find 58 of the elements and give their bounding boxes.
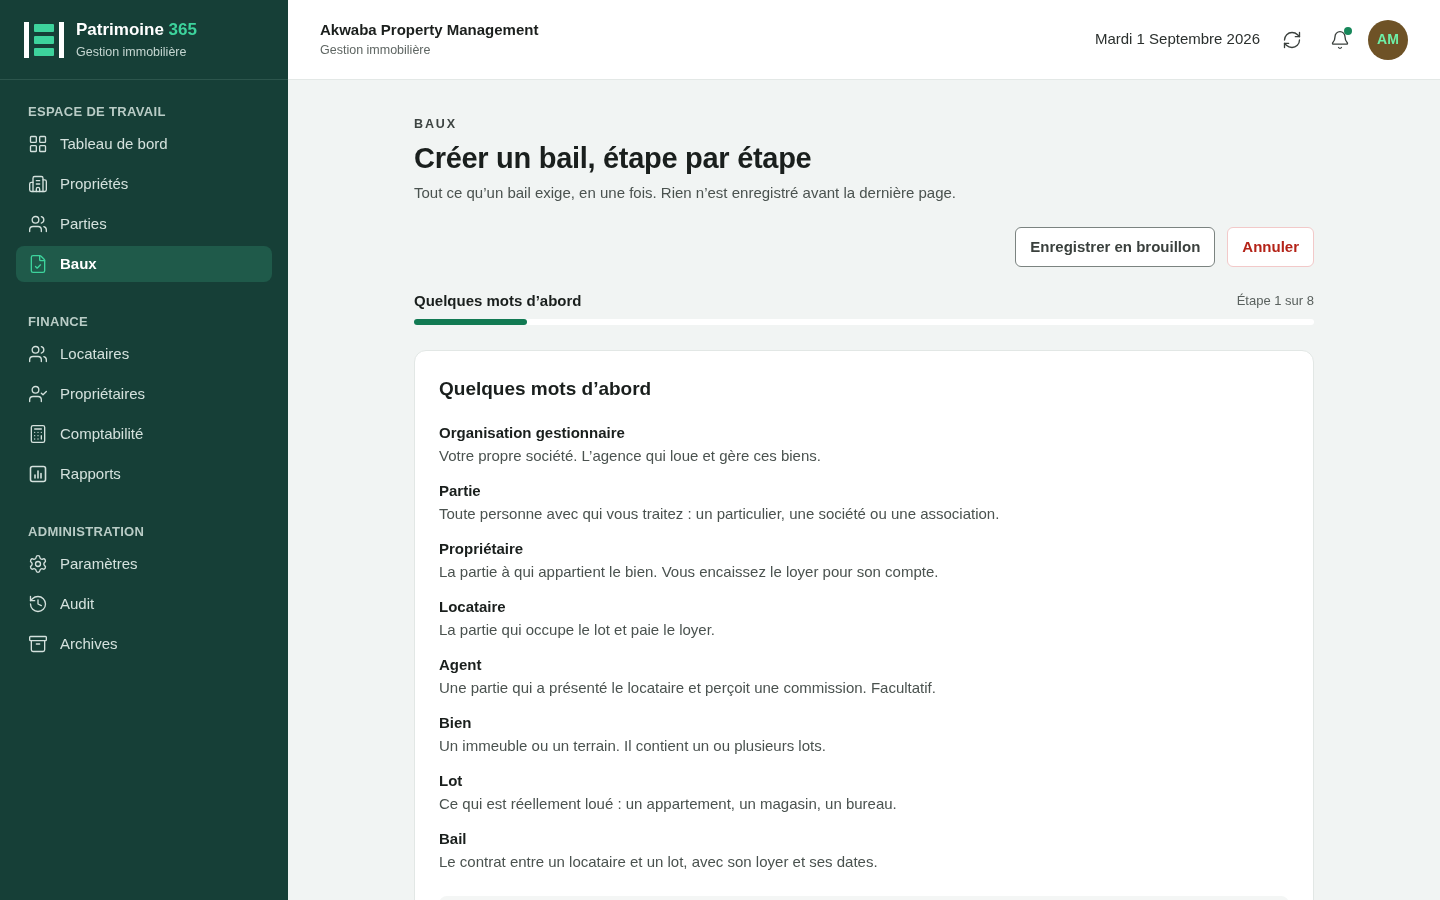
save-draft-button[interactable]: Enregistrer en brouillon <box>1015 227 1216 267</box>
term-definition: Le contrat entre un locataire et un lot, avec son loyer et ses dates. <box>439 852 879 872</box>
term-definition: Toute personne avec qui vous traitez : un particulier, une société ou une association. <box>439 504 1001 524</box>
section-label: ADMINISTRATION <box>27 524 146 540</box>
term-definition: Ce qui est réellement loué : un appartement, un magasin, un bureau. <box>439 794 898 814</box>
page-title: Créer un bail, étape par étape <box>414 141 813 176</box>
organization-name: Akwaba Property Management <box>320 19 539 40</box>
logo-icon <box>24 21 64 58</box>
nav-item[interactable]: Propriétaires <box>16 376 272 412</box>
nav-item[interactable]: Propriétés <box>16 166 272 202</box>
term-label: Agent <box>439 655 483 675</box>
organization-tagline: Gestion immobilière <box>320 41 432 59</box>
people-icon <box>28 344 48 364</box>
term-definition: Un immeuble ou un terrain. Il contient un ou plusieurs lots. <box>439 736 827 756</box>
section-label: ESPACE DE TRAVAIL <box>27 104 167 120</box>
page-subtitle: Tout ce qu’un bail exige, en une fois. Rien n’est enregistré avant la dernière page. <box>414 183 957 203</box>
term-definition: La partie qui occupe le lot et paie le loyer. <box>439 620 716 640</box>
nav-item[interactable]: Baux <box>16 246 272 282</box>
card-title: Quelques mots d’abord <box>439 377 653 401</box>
term-label: Partie <box>439 481 482 501</box>
nav-item[interactable]: Paramètres <box>16 546 272 582</box>
nav-item[interactable]: Parties <box>16 206 272 242</box>
bar-chart-icon <box>28 464 48 484</box>
term-label: Locataire <box>439 597 507 617</box>
term-label: Lot <box>439 771 464 791</box>
settings-icon <box>28 554 48 574</box>
archive-icon <box>28 634 48 654</box>
term-definition: Une partie qui a présenté le locataire et perçoit une commission. Facultatif. <box>439 678 937 698</box>
user-check-icon <box>28 384 48 404</box>
page-eyebrow: BAUX <box>414 116 458 132</box>
bell-icon <box>1330 29 1350 50</box>
user-avatar[interactable]: AM <box>1368 19 1408 60</box>
history-icon <box>28 594 48 614</box>
nav-item[interactable]: Audit <box>16 586 272 622</box>
term-definition: La partie à qui appartient le bien. Vous encaissez le loyer pour son compte. <box>439 562 940 582</box>
people-icon <box>28 214 48 234</box>
cancel-button[interactable]: Annuler <box>1227 227 1314 267</box>
term-label: Bien <box>439 713 473 733</box>
current-date: Mardi 1 Septembre 2026 <box>1094 29 1260 50</box>
term-label: Bail <box>439 829 468 849</box>
nav-item[interactable]: Tableau de bord <box>16 126 272 162</box>
nav-item[interactable]: Archives <box>16 626 272 662</box>
document-check-icon <box>28 254 48 274</box>
refresh-icon <box>1282 29 1302 50</box>
term-label: Organisation gestionnaire <box>439 423 626 443</box>
term-label: Propriétaire <box>439 539 525 559</box>
nav-item[interactable]: Rapports <box>16 456 272 492</box>
step-counter: Étape 1 sur 8 <box>1236 292 1314 310</box>
brand-tagline: Gestion immobilière <box>76 43 188 61</box>
brand-name: Patrimoine 365 <box>76 18 197 41</box>
building-icon <box>28 174 48 194</box>
grid-icon <box>28 134 48 154</box>
nav-item[interactable]: Comptabilité <box>16 416 272 452</box>
section-label: FINANCE <box>27 314 90 330</box>
step-title: Quelques mots d’abord <box>414 291 582 311</box>
term-definition: Votre propre société. L’agence qui loue et gère ces biens. <box>439 446 822 466</box>
calculator-icon <box>28 424 48 444</box>
nav-item[interactable]: Locataires <box>16 336 272 372</box>
